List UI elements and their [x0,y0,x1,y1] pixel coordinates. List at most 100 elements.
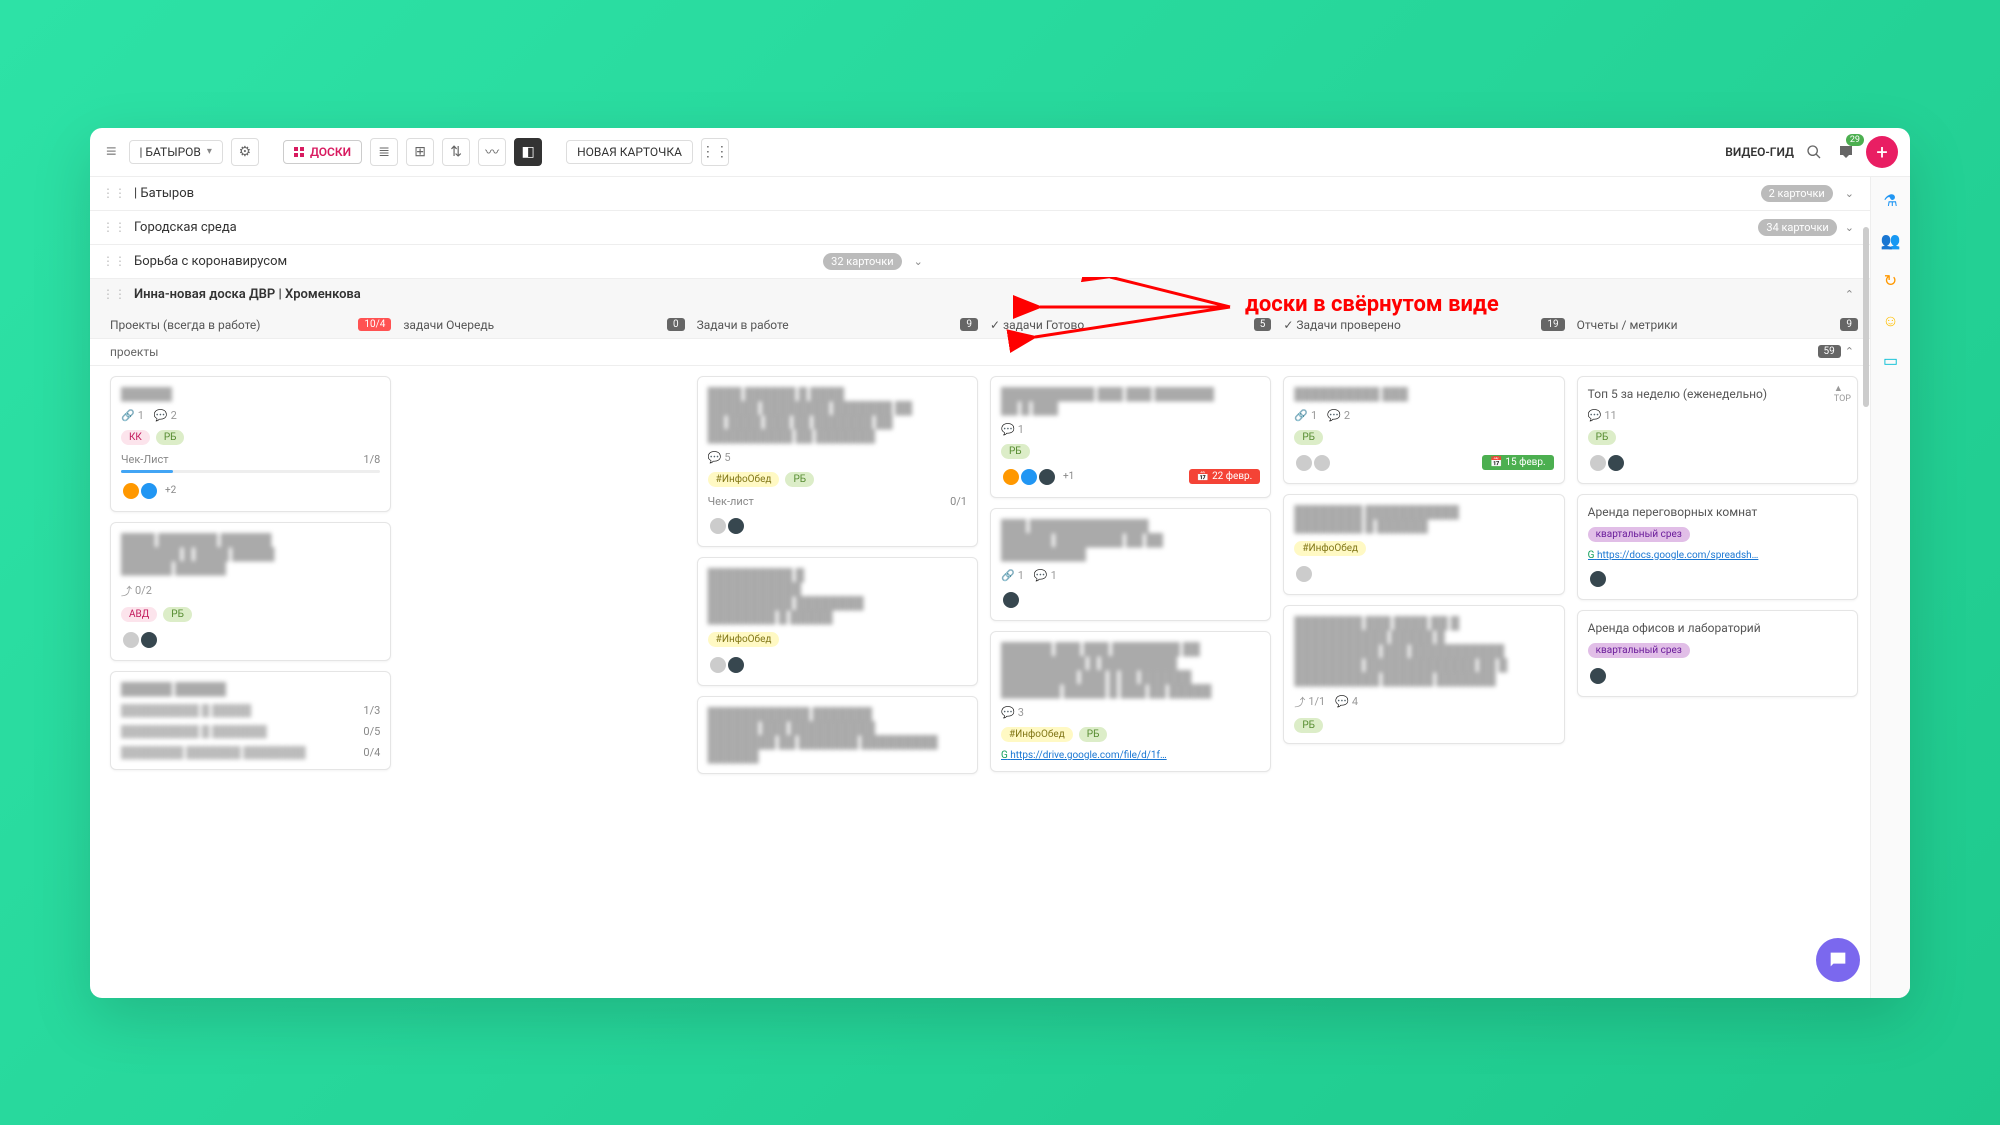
swimlane-header[interactable]: проекты 59 ⌃ [90,338,1870,366]
card[interactable]: ████ ██████ █ ██████████ ████████ ██████… [697,376,978,547]
tag: квартальный срез [1588,643,1690,658]
card[interactable]: ████████ ███ ████ ██ ████████████ █████ … [1283,605,1564,744]
chevron-down-icon[interactable]: ⌄ [910,255,927,268]
chevron-up-icon[interactable]: ⌃ [1841,345,1858,358]
view-sort-button[interactable]: ⇅ [442,138,470,166]
collapsed-board-row[interactable]: ⋮⋮ Городская среда 34 карточки ⌄ [90,211,1870,245]
workspace-selector[interactable]: | БАТЫРОВ ▾ [129,140,223,164]
link-preview[interactable]: G https://drive.google.com/file/d/1f… [1001,750,1260,761]
avatar [1588,666,1608,686]
subtasks-icon: ⤴0/2 [121,583,152,599]
board-name: Борьба с коронавирусом [134,254,287,269]
card[interactable]: ██████ 🔗1 💬2 ККРБ Чек-Лист1/8 +2 [110,376,391,512]
comment-icon: 💬5 [708,451,731,464]
avatar [1312,453,1332,473]
card[interactable]: ██████████ ███ 🔗1💬2 РБ 📅 15 февр. [1283,376,1564,484]
bookmark-icon[interactable]: ▭ [1879,349,1903,373]
view-list-button[interactable]: ≣ [370,138,398,166]
comment-icon: 💬3 [1001,706,1024,719]
card[interactable]: ▲TOP Топ 5 за неделю (еженедельно) 💬11 Р… [1577,376,1858,484]
view-chart-button[interactable]: 〰 [478,138,506,166]
emoji-icon[interactable]: ☺ [1879,309,1903,333]
app-window: ≡ | БАТЫРОВ ▾ ⚙ ДОСКИ ≣ ⊞ ⇅ 〰 ◧ НОВАЯ КА… [90,128,1910,998]
drag-handle-icon[interactable]: ⋮⋮ [102,254,126,268]
card-count-badge[interactable]: 34 карточки [1758,219,1836,236]
tag: #ИнфоОбед [708,472,780,487]
new-card-button[interactable]: НОВАЯ КАРТОЧКА [566,140,693,164]
expanded-board-header[interactable]: ⋮⋮ Инна-новая доска ДВР | Хроменкова ⌃ [90,279,1870,310]
columns-header: Проекты (всегда в работе)10/4 задачи Оче… [90,310,1870,338]
card[interactable]: ████████████ █████████████ ███ █████████… [697,696,978,774]
tag: #ИнфоОбед [1001,727,1073,742]
view-boards-button[interactable]: ДОСКИ [283,140,362,164]
card[interactable]: ███████████ ███ ███ █████████ █ ███ 💬1 Р… [990,376,1271,498]
card-title: ████████████ █████████████ ███ █████████… [708,707,967,763]
annotation-label: доски в свёрнутом виде [1245,292,1499,317]
link-preview[interactable]: G https://docs.google.com/spreadsh… [1588,550,1847,561]
notification-badge: 29 [1846,134,1864,146]
card[interactable]: ████████ ███████████████████ █ ██████ #И… [1283,494,1564,595]
card[interactable]: ██████ ███ ███ ████████ ████████████ █ █… [990,631,1271,772]
card-title: ████████ ███████████████████ █ ██████ [1294,505,1553,533]
boards-content: ⋮⋮ | Батыров 2 карточки ⌄ ⋮⋮ Городская с… [90,177,1870,998]
card[interactable]: ██████████ ██████████████████████ ██████… [697,557,978,686]
card-count-badge[interactable]: 2 карточки [1761,185,1833,202]
view-table-button[interactable]: ⊞ [406,138,434,166]
card-count-badge[interactable]: 32 карточки [823,253,901,270]
menu-icon[interactable]: ≡ [102,137,121,166]
card[interactable]: Аренда офисов и лабораторий квартальный … [1577,610,1858,697]
video-guide-link[interactable]: ВИДЕО-ГИД [1725,145,1794,159]
checklist-row: ██████████ █ ███████0/5 [121,725,380,738]
card[interactable]: ██████ ██████ ██████████ █ █████1/3 ████… [110,671,391,770]
board-name: Инна-новая доска ДВР | Хроменкова [134,287,361,302]
settings-button[interactable]: ⚙ [231,138,259,166]
collapsed-board-row[interactable]: ⋮⋮ Борьба с коронавирусом 32 карточки ⌄ [90,245,1870,279]
column-header[interactable]: Задачи в работе9 [697,318,978,332]
chat-widget[interactable] [1816,938,1860,982]
checklist-row: ████████ ███████ ████████0/4 [121,746,380,759]
card[interactable]: ███ ████████████████████ ████████ ██ ███… [990,508,1271,621]
card-meta: ⤴0/2 [121,583,380,599]
more-options-button[interactable]: ⋮⋮ [701,138,729,166]
card-title: Топ 5 за неделю (еженедельно) [1588,387,1847,401]
chevron-down-icon[interactable]: ⌄ [1841,187,1858,200]
search-icon[interactable] [1802,140,1826,164]
chevron-up-icon[interactable]: ⌃ [1841,288,1858,301]
kanban-column: ██████████ ███ 🔗1💬2 РБ 📅 15 февр. ██████… [1283,376,1564,744]
drag-handle-icon[interactable]: ⋮⋮ [102,220,126,234]
clock-icon[interactable]: ↻ [1879,269,1903,293]
avatar [121,481,141,501]
card-title: ██████ ██████ [121,682,380,696]
view-dark-button[interactable]: ◧ [514,138,542,166]
card-title: ████ ███████ █████████████ █ ████ ██████… [121,533,380,575]
chevron-down-icon[interactable]: ⌄ [1841,221,1858,234]
drag-handle-icon[interactable]: ⋮⋮ [102,287,126,301]
column-header[interactable]: задачи Очередь0 [403,318,684,332]
collapsed-board-row[interactable]: ⋮⋮ | Батыров 2 карточки ⌄ [90,177,1870,211]
column-header[interactable]: Задачи проверено19 [1283,318,1564,332]
drag-handle-icon[interactable]: ⋮⋮ [102,186,126,200]
comment-icon: 💬2 [1327,409,1350,422]
date-badge: 📅 22 февр. [1189,469,1261,484]
card-meta: 🔗1 💬2 [121,409,380,422]
filter-icon[interactable]: ⚗ [1879,189,1903,213]
checklist-row: ██████████ █ █████1/3 [121,704,380,717]
card-title: ████████ ███ ████ ██ ████████████ █████ … [1294,616,1553,686]
avatar [1606,453,1626,473]
people-icon[interactable]: 👥 [1879,229,1903,253]
avatar [1001,590,1021,610]
column-header[interactable]: Отчеты / метрики9 [1577,318,1858,332]
column-header[interactable]: Проекты (всегда в работе)10/4 [110,318,391,332]
avatar [1019,467,1039,487]
avatar [726,655,746,675]
card[interactable]: Аренда переговорных комнат квартальный с… [1577,494,1858,600]
pin-icon: ▲TOP [1834,383,1851,404]
swimlane-name: проекты [110,345,158,359]
add-button[interactable]: + [1866,136,1898,168]
notifications-icon[interactable]: 29 [1834,140,1858,164]
column-header[interactable]: задачи Готово5 [990,318,1271,332]
scrollbar[interactable] [1862,227,1870,487]
card[interactable]: ████ ███████ █████████████ █ ████ ██████… [110,522,391,661]
attachment-icon: 🔗1 [1294,409,1317,422]
card-title: Аренда переговорных комнат [1588,505,1847,519]
